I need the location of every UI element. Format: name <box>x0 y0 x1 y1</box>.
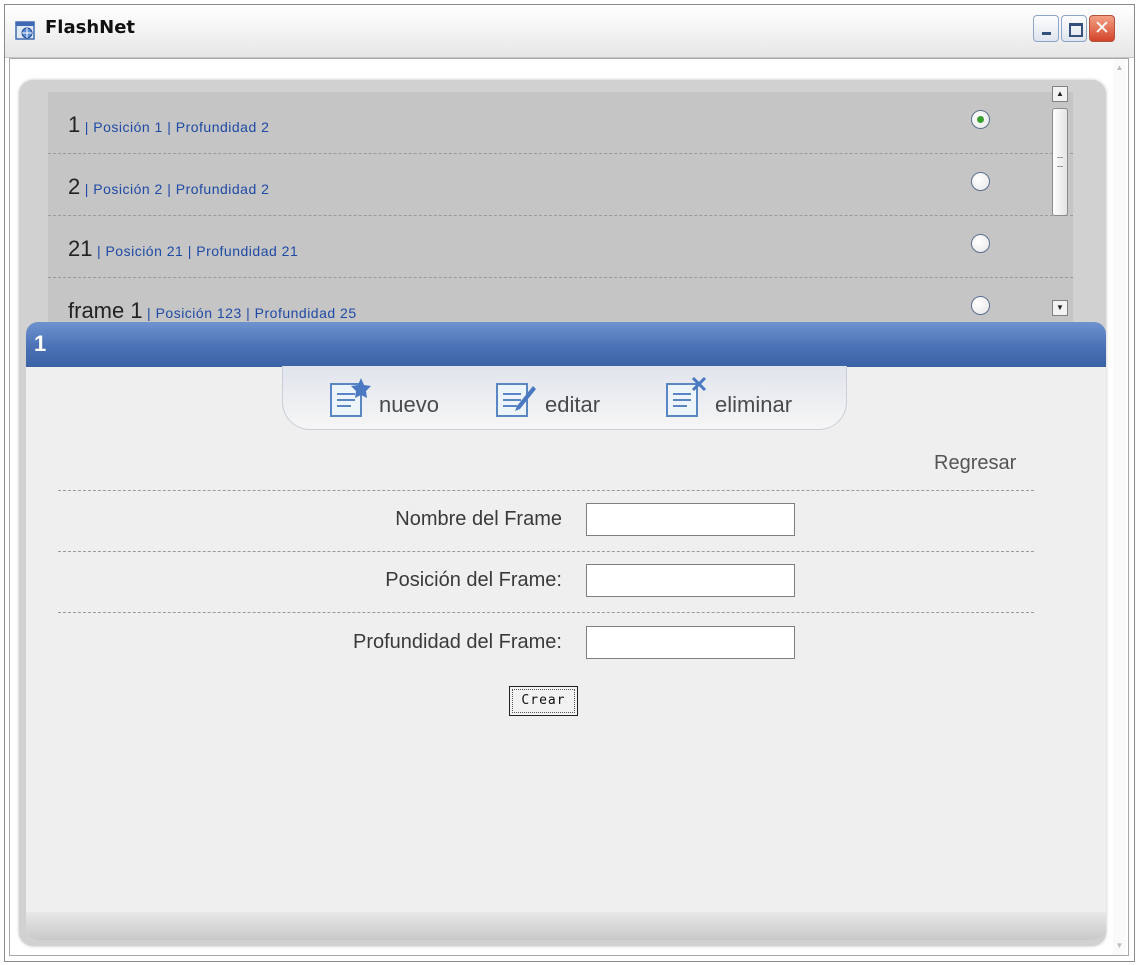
list-item[interactable]: 1 | Posición 1 | Profundidad 2 <box>48 92 1073 154</box>
window-scrollbar[interactable]: ▲ ▼ <box>1113 59 1126 955</box>
divider <box>58 612 1034 613</box>
frame-name-label: Nombre del Frame <box>395 508 562 530</box>
frame-meta: | Posición 123 | Profundidad 25 <box>147 305 357 321</box>
frame-meta: | Posición 21 | Profundidad 21 <box>96 243 299 259</box>
scroll-up-icon[interactable]: ▲ <box>1052 86 1068 102</box>
frame-meta: | Posición 2 | Profundidad 2 <box>84 181 270 197</box>
scroll-down-icon[interactable]: ▼ <box>1113 939 1126 953</box>
list-item-label: 2 | Posición 2 | Profundidad 2 <box>68 174 269 200</box>
close-icon: ✕ <box>1094 17 1110 39</box>
list-item[interactable]: 2 | Posición 2 | Profundidad 2 <box>48 154 1073 216</box>
action-toolbar: nuevo editar eliminar <box>282 366 847 430</box>
title-bar[interactable]: FlashNet ✕ <box>5 5 1134 58</box>
frame-name: frame 1 <box>68 298 143 323</box>
app-icon <box>15 21 35 40</box>
scroll-thumb[interactable] <box>1052 108 1068 216</box>
new-button-label: nuevo <box>379 392 439 417</box>
frame-name: 1 <box>68 112 81 137</box>
scroll-down-icon[interactable]: ▼ <box>1052 300 1068 316</box>
list-item[interactable]: 21 | Posición 21 | Profundidad 21 <box>48 216 1073 278</box>
minimize-icon <box>1042 32 1051 35</box>
frame-meta: | Posición 1 | Profundidad 2 <box>84 119 270 135</box>
frame-depth-field[interactable] <box>586 626 795 659</box>
close-button[interactable]: ✕ <box>1089 15 1115 42</box>
edit-button[interactable]: editar <box>495 370 600 420</box>
maximize-icon <box>1069 23 1083 37</box>
delete-button[interactable]: eliminar <box>665 370 792 420</box>
list-item-label: frame 1 | Posición 123 | Profundidad 25 <box>68 298 357 324</box>
select-radio[interactable] <box>971 172 990 191</box>
grip-icon <box>1057 157 1063 167</box>
delete-icon <box>666 376 707 417</box>
scroll-up-icon[interactable]: ▲ <box>1113 61 1126 75</box>
list-scrollbar[interactable]: ▲ ▼ <box>1052 86 1070 316</box>
frame-position-label: Posición del Frame: <box>385 569 562 591</box>
minimize-button[interactable] <box>1033 15 1059 42</box>
frame-depth-label: Profundidad del Frame: <box>352 631 562 653</box>
edit-button-label: editar <box>545 392 601 417</box>
new-document-icon <box>330 378 371 417</box>
frame-position-field[interactable] <box>586 564 795 597</box>
delete-button-label: eliminar <box>715 392 793 417</box>
detail-content <box>26 366 1106 914</box>
divider <box>58 490 1034 491</box>
detail-title: 1 <box>34 331 47 356</box>
frames-list: 1 | Posición 1 | Profundidad 2 2 | Posic… <box>48 92 1073 332</box>
create-button[interactable]: Crear <box>509 686 578 716</box>
list-item-label: 1 | Posición 1 | Profundidad 2 <box>68 112 269 138</box>
select-radio[interactable] <box>971 296 990 315</box>
maximize-button[interactable] <box>1061 15 1087 42</box>
window-title: FlashNet <box>45 17 136 38</box>
frame-name: 21 <box>68 236 93 261</box>
detail-header: 1 <box>26 322 1106 367</box>
frame-name-field[interactable] <box>586 503 795 536</box>
list-item-label: 21 | Posición 21 | Profundidad 21 <box>68 236 298 262</box>
new-button[interactable]: nuevo <box>329 370 439 420</box>
edit-icon <box>496 383 536 417</box>
frame-name: 2 <box>68 174 81 199</box>
select-radio[interactable] <box>971 234 990 253</box>
panel-footer <box>26 912 1106 940</box>
create-button-label: Crear <box>521 693 566 708</box>
back-link[interactable]: Regresar <box>934 452 1016 475</box>
select-radio[interactable] <box>971 110 990 129</box>
divider <box>58 551 1034 552</box>
